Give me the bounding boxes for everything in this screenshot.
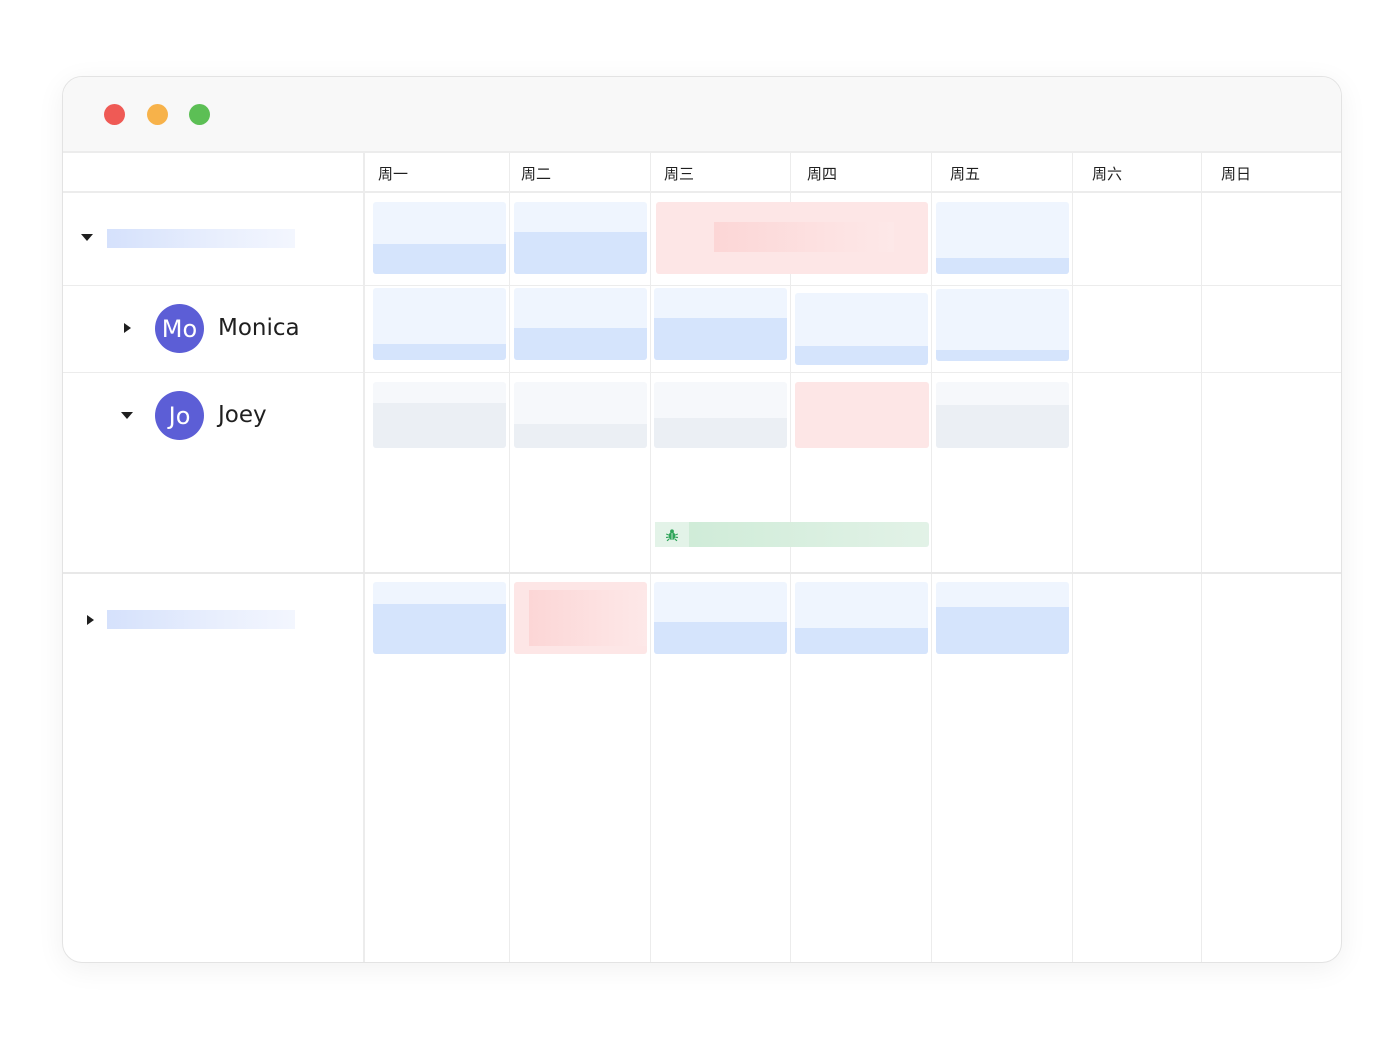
bug-task-bar[interactable]	[655, 522, 929, 547]
workload-block[interactable]	[514, 382, 647, 448]
workload-block[interactable]	[373, 288, 506, 360]
day-header-tue: 周二	[521, 165, 552, 183]
day-header-sat: 周六	[1092, 165, 1123, 183]
row-divider	[63, 285, 1341, 286]
column-divider	[650, 153, 651, 962]
week-header: 周一 周二 周三 周四 周五 周六 周日	[63, 153, 1341, 193]
expand-caret-icon[interactable]	[87, 615, 94, 625]
collapse-caret-icon[interactable]	[81, 234, 93, 241]
workload-block[interactable]	[936, 289, 1069, 361]
workload-block[interactable]	[654, 288, 787, 360]
workload-block[interactable]	[795, 582, 928, 654]
overload-block[interactable]	[795, 382, 929, 448]
group-title-placeholder	[107, 229, 295, 248]
day-header-sun: 周日	[1221, 165, 1252, 183]
column-divider	[790, 153, 791, 962]
group-title-placeholder	[107, 610, 295, 629]
avatar: Mo	[155, 304, 204, 353]
app-window: 周一 周二 周三 周四 周五 周六 周日 Mo Monica Jo Joey	[62, 76, 1342, 963]
column-divider	[509, 153, 510, 962]
overload-block[interactable]	[656, 202, 928, 274]
row-divider	[63, 372, 1341, 373]
column-divider	[931, 153, 932, 962]
workload-block[interactable]	[936, 382, 1069, 448]
column-divider	[1072, 153, 1073, 962]
maximize-window-button[interactable]	[189, 104, 210, 125]
day-header-thu: 周四	[807, 165, 838, 183]
collapse-caret-icon[interactable]	[121, 412, 133, 419]
workload-block[interactable]	[373, 382, 506, 448]
column-divider	[1201, 153, 1202, 962]
sidebar-divider	[363, 153, 365, 962]
day-header-wed: 周三	[664, 165, 695, 183]
workload-block[interactable]	[373, 582, 506, 654]
workload-block[interactable]	[654, 382, 787, 448]
workload-block[interactable]	[373, 202, 506, 274]
workload-block[interactable]	[795, 293, 928, 365]
overload-block[interactable]	[514, 582, 647, 654]
group-divider	[63, 572, 1341, 574]
minimize-window-button[interactable]	[147, 104, 168, 125]
person-name: Joey	[218, 402, 267, 428]
close-window-button[interactable]	[104, 104, 125, 125]
day-header-fri: 周五	[950, 165, 981, 183]
day-header-mon: 周一	[378, 165, 409, 183]
workload-block[interactable]	[514, 202, 647, 274]
expand-caret-icon[interactable]	[124, 323, 131, 333]
workload-block[interactable]	[654, 582, 787, 654]
workload-block[interactable]	[514, 288, 647, 360]
title-bar	[63, 77, 1341, 153]
workload-block[interactable]	[936, 202, 1069, 274]
avatar: Jo	[155, 391, 204, 440]
bug-icon	[655, 522, 689, 547]
workload-block[interactable]	[936, 582, 1069, 654]
person-name: Monica	[218, 315, 300, 341]
